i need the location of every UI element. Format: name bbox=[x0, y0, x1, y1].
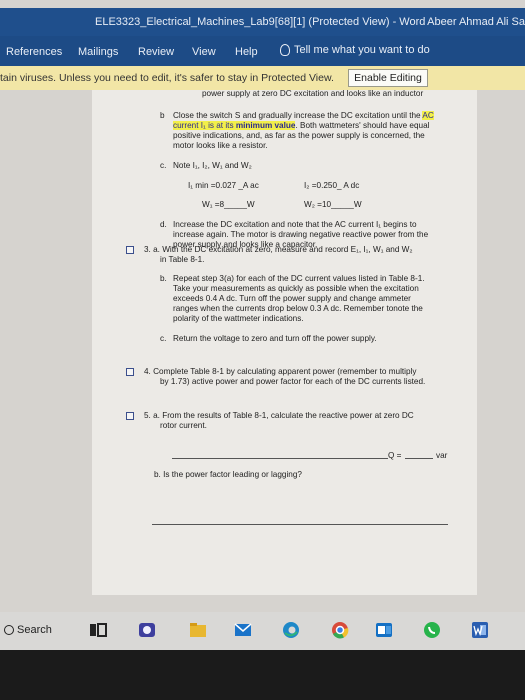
step-5-line2: rotor current. bbox=[160, 421, 207, 430]
edge-icon[interactable] bbox=[281, 620, 301, 640]
taskbar: Search bbox=[0, 612, 525, 650]
i2-reading: I₂ =0.250_ A dc bbox=[304, 181, 360, 190]
title-bar: ELE3323_Electrical_Machines_Lab9[68][1] … bbox=[0, 8, 525, 36]
step-b-line1-text: Close the switch S and gradually increas… bbox=[173, 111, 423, 120]
step-3b-line5: polarity of the wattmeter indications. bbox=[173, 314, 304, 323]
enable-editing-button[interactable]: Enable Editing bbox=[348, 69, 428, 87]
user-name[interactable]: Abeer Ahmad Ali Sa bbox=[427, 16, 525, 28]
step-5b-line: b. Is the power factor leading or laggin… bbox=[154, 470, 302, 479]
taskbar-search[interactable]: Search bbox=[0, 622, 68, 642]
protected-view-bar: tain viruses. Unless you need to edit, i… bbox=[0, 66, 525, 90]
tab-mailings[interactable]: Mailings bbox=[78, 46, 118, 58]
step-3b-marker: b. bbox=[160, 274, 167, 283]
outlook-icon[interactable] bbox=[374, 620, 394, 640]
w2-reading: W₂ =10_____W bbox=[304, 200, 362, 209]
checkbox-step-4[interactable] bbox=[126, 368, 134, 376]
ribbon-tabs: References Mailings Review View Help Tel… bbox=[0, 36, 525, 66]
step-3c-line1: Return the voltage to zero and turn off … bbox=[173, 334, 377, 343]
desk-edge bbox=[0, 650, 525, 700]
tell-me-label: Tell me what you want to do bbox=[294, 44, 430, 56]
file-explorer-icon[interactable] bbox=[188, 620, 208, 640]
protected-view-message: tain viruses. Unless you need to edit, i… bbox=[0, 72, 334, 84]
highlight-ac: AC bbox=[422, 111, 434, 120]
pf-answer-line[interactable] bbox=[152, 524, 448, 525]
highlight-current: current I₁ is at its bbox=[173, 121, 236, 130]
step-d-line1: Increase the DC excitation and note that… bbox=[173, 220, 417, 229]
document-page[interactable]: power supply at zero DC excitation and l… bbox=[92, 90, 477, 595]
step-4-line1: 4. Complete Table 8-1 by calculating app… bbox=[144, 367, 417, 376]
step-3b-line2: Take your measurements as quickly as pos… bbox=[173, 284, 419, 293]
step-b-marker: b bbox=[160, 111, 165, 120]
search-label: Search bbox=[17, 624, 52, 636]
step-3c-marker: c. bbox=[160, 334, 167, 343]
chrome-icon[interactable] bbox=[330, 620, 350, 640]
q-answer-line bbox=[172, 458, 388, 459]
step-3-line2: in Table 8-1. bbox=[160, 255, 205, 264]
tab-review[interactable]: Review bbox=[138, 46, 174, 58]
highlight-minimum-value: minimum value bbox=[235, 121, 296, 130]
tab-references[interactable]: References bbox=[6, 46, 62, 58]
tell-me-search[interactable]: Tell me what you want to do bbox=[280, 44, 430, 56]
window-title: ELE3323_Electrical_Machines_Lab9[68][1] … bbox=[95, 16, 426, 28]
lightbulb-icon bbox=[280, 44, 290, 56]
step-3b-line4: ranges when the currents drop below 0.3 … bbox=[173, 304, 423, 313]
step-d-line2: increase again. The motor is drawing neg… bbox=[173, 230, 429, 239]
q-label: Q = bbox=[388, 451, 402, 460]
checkbox-step-3[interactable] bbox=[126, 246, 134, 254]
teams-icon[interactable] bbox=[137, 620, 157, 640]
step-3-line1: 3. a. With the DC excitation at zero, me… bbox=[144, 245, 413, 254]
step-3b-line1: Repeat step 3(a) for each of the DC curr… bbox=[173, 274, 425, 283]
mail-icon[interactable] bbox=[233, 620, 253, 640]
step-b-line3: positive indications, and, as far as the… bbox=[173, 131, 425, 140]
step-c-text: Note I₁, I₂, W₁ and W₂ bbox=[173, 161, 252, 170]
step-d-marker: d. bbox=[160, 220, 167, 229]
tab-help[interactable]: Help bbox=[235, 46, 258, 58]
step-b-line4: motor looks like a resistor. bbox=[173, 141, 268, 150]
whatsapp-icon[interactable] bbox=[422, 620, 442, 640]
q-value-blank[interactable] bbox=[405, 458, 433, 459]
screen: ELE3323_Electrical_Machines_Lab9[68][1] … bbox=[0, 0, 525, 700]
step-b-line2: current I₁ is at its minimum value. Both… bbox=[173, 121, 429, 131]
step-c-marker: c. bbox=[160, 161, 167, 170]
step-b-line1: Close the switch S and gradually increas… bbox=[173, 111, 434, 121]
task-view-icon[interactable] bbox=[88, 620, 108, 640]
w1-reading: W₁ =8_____W bbox=[202, 200, 255, 209]
checkbox-step-5[interactable] bbox=[126, 412, 134, 420]
doc-top-line: power supply at zero DC excitation and l… bbox=[202, 90, 424, 98]
search-icon bbox=[4, 625, 14, 635]
step-3b-line3: exceeds 0.4 A dc. Turn off the power sup… bbox=[173, 294, 411, 303]
tab-view[interactable]: View bbox=[192, 46, 216, 58]
step-b-line2-text: . Both wattmeters' should have equal bbox=[295, 121, 430, 130]
q-unit: var bbox=[436, 451, 448, 460]
word-icon[interactable] bbox=[470, 620, 490, 640]
step-4-line2: by 1.73) active power and power factor f… bbox=[160, 377, 426, 386]
i1-min-reading: I₁ min =0.027 _A ac bbox=[188, 181, 259, 190]
step-5-line1: 5. a. From the results of Table 8-1, cal… bbox=[144, 411, 414, 420]
